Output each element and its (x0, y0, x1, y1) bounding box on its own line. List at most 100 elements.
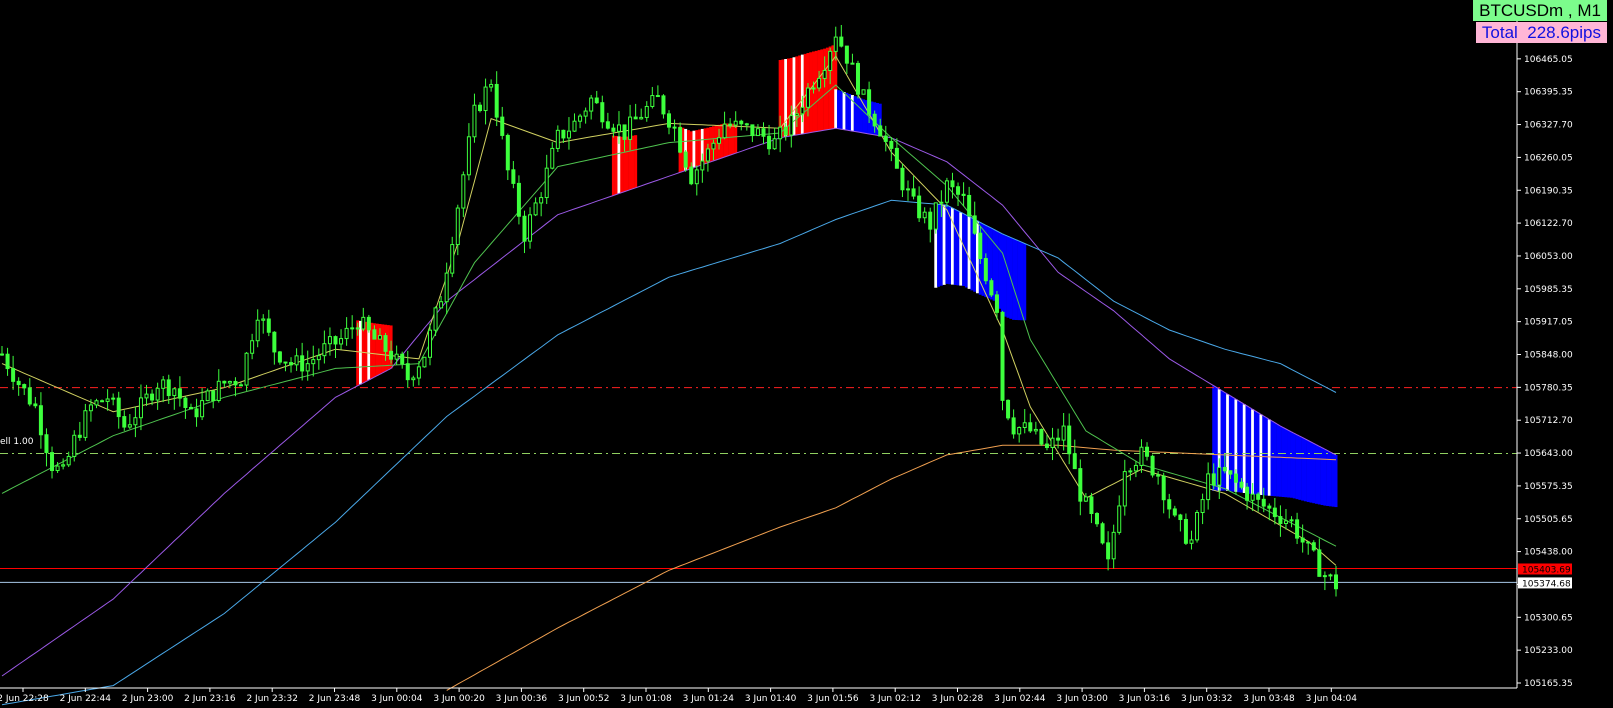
candle-body (94, 400, 99, 406)
time-tick-label: 2 Jun 22:44 (60, 694, 112, 704)
candle-body (694, 169, 699, 185)
candle-body (717, 137, 722, 144)
candle-body (361, 316, 366, 330)
time-tick-label: 3 Jun 03:32 (1181, 694, 1232, 704)
candle-body (1267, 505, 1272, 509)
candle-body (761, 128, 766, 137)
price-tick-label: 106053.00 (1524, 252, 1573, 262)
candle-body (828, 50, 833, 71)
time-tick-label: 3 Jun 01:40 (745, 694, 797, 704)
candle-body (594, 97, 599, 104)
time-tick-label: 2 Jun 23:32 (246, 694, 297, 704)
candle-body (1261, 498, 1266, 507)
candle-body (972, 215, 977, 234)
candle-body (177, 388, 182, 399)
candle-body (678, 127, 683, 153)
candle-body (22, 384, 27, 389)
candle-body (483, 86, 488, 112)
candle-body (100, 400, 105, 403)
candle-body (1195, 512, 1200, 541)
candle-body (850, 62, 855, 65)
candle-body (255, 319, 260, 342)
candle-body (1044, 443, 1049, 448)
candle-body (772, 138, 777, 150)
price-tick-label: 105780.35 (1524, 383, 1573, 393)
candle-body (1150, 455, 1155, 476)
candle-body (1050, 437, 1055, 448)
candle-body (728, 123, 733, 126)
price-tick-label: 106465.05 (1524, 55, 1573, 65)
candle-body (27, 387, 32, 405)
candle-body (344, 327, 349, 340)
candle-body (411, 377, 416, 381)
candle-body (1289, 519, 1294, 522)
candle-body (111, 397, 116, 400)
candle-body (572, 120, 577, 132)
candle-body (994, 294, 999, 313)
candle-body (455, 207, 460, 246)
candle-body (1228, 470, 1233, 475)
candle-body (978, 232, 983, 260)
candle-body (1022, 422, 1027, 429)
candle-body (1278, 516, 1283, 525)
time-tick-label: 3 Jun 01:56 (807, 694, 859, 704)
candle-body (305, 363, 310, 372)
candle-body (733, 120, 738, 126)
candle-body (1322, 575, 1327, 578)
price-tick-label: 105643.00 (1524, 449, 1573, 459)
candle-body (555, 129, 560, 149)
candle-body (122, 416, 127, 428)
total-pips-label: Total 228.6pips (1475, 22, 1607, 43)
candle-body (950, 180, 955, 188)
candle-body (500, 116, 505, 136)
candle-body (867, 89, 872, 115)
candle-body (166, 379, 171, 397)
candle-body (233, 380, 238, 386)
time-tick-label: 3 Jun 02:44 (994, 694, 1046, 704)
candle-body (1317, 549, 1322, 577)
price-tick-label: 105712.70 (1524, 416, 1573, 426)
candle-body (283, 361, 288, 364)
candle-body (33, 403, 38, 407)
candle-body (672, 126, 677, 129)
candle-body (900, 167, 905, 191)
candle-body (894, 147, 899, 169)
candle-body (661, 95, 666, 115)
price-tick-label: 106395.35 (1524, 88, 1573, 98)
candle-body (72, 434, 77, 457)
candle-body (444, 272, 449, 303)
candle-body (755, 128, 760, 137)
candle-body (394, 353, 399, 360)
candle-body (822, 69, 827, 79)
candle-body (355, 327, 360, 330)
candle-body (700, 160, 705, 171)
candle-body (372, 329, 377, 340)
price-chart[interactable]: 106532.70106465.05106395.35106327.701062… (0, 0, 1613, 708)
candle-body (872, 113, 877, 127)
time-tick-label: 3 Jun 00:20 (433, 694, 485, 704)
candle-body (138, 397, 143, 419)
candle-body (1156, 474, 1161, 477)
price-tick-label: 105505.65 (1524, 515, 1573, 525)
candle-body (711, 142, 716, 150)
candle-body (600, 102, 605, 123)
price-tick-label: 105917.05 (1524, 318, 1573, 328)
candle-body (1039, 428, 1044, 445)
candle-body (383, 335, 388, 352)
candle-body (689, 166, 694, 185)
candle-body (1178, 514, 1183, 521)
candle-body (928, 211, 933, 230)
candle-body (88, 404, 93, 412)
candle-body (855, 62, 860, 95)
price-tick-label: 106327.70 (1524, 121, 1573, 131)
candle-body (494, 83, 499, 118)
candle-body (1311, 542, 1316, 551)
candle-body (1089, 496, 1094, 515)
price-tick-label: 105233.00 (1524, 646, 1573, 656)
candle-body (55, 465, 60, 472)
candle-body (883, 135, 888, 142)
candle-body (1011, 417, 1016, 435)
candle-body (133, 417, 138, 426)
candle-body (616, 124, 621, 132)
candle-body (50, 452, 55, 472)
